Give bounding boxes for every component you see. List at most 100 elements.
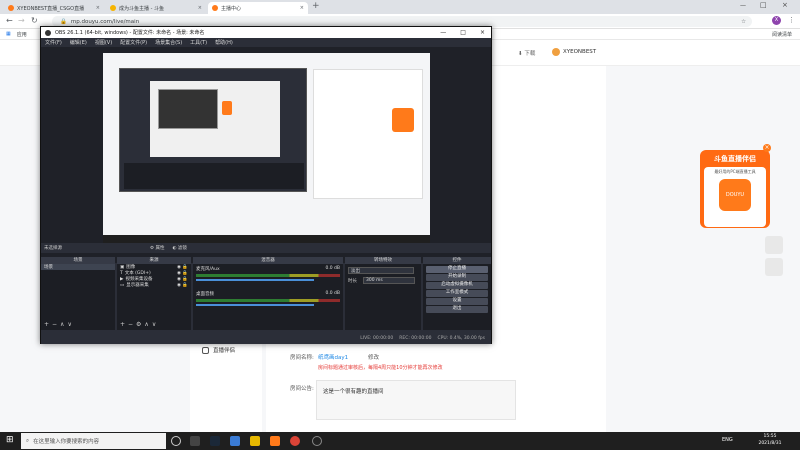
nested-screen [158, 89, 218, 129]
menu-view[interactable]: 视图(V) [95, 39, 112, 46]
reading-list[interactable]: 阅读清单 [772, 31, 792, 38]
sources-dock-title: 来源 [117, 257, 191, 264]
controls-dock-title: 控件 [423, 257, 491, 264]
profile-avatar[interactable]: X [772, 16, 781, 25]
nested-ad-card [392, 108, 414, 132]
menu-scene-collection[interactable]: 场景集合(S) [155, 39, 182, 46]
visibility-lock-icons[interactable]: ◉ 🔒 [177, 277, 188, 282]
controls-dock: 停止直播 开始录制 启动虚拟摄像机 工作室模式 设置 退出 [423, 264, 491, 330]
windows-start-icon[interactable]: ⊞ [6, 435, 14, 445]
visibility-lock-icons[interactable]: ◉ 🔒 [177, 265, 188, 270]
new-tab-button[interactable]: + [312, 1, 320, 11]
douyu-app-icon[interactable] [270, 436, 280, 446]
star-icon[interactable]: ☆ [741, 19, 746, 25]
close-tab-icon[interactable]: × [198, 5, 202, 11]
preview-canvas[interactable] [103, 53, 430, 243]
douyu-favicon [8, 5, 14, 11]
menu-tools[interactable]: 工具(T) [190, 39, 207, 46]
desktop-volume-slider[interactable] [196, 304, 314, 306]
properties-button[interactable]: ⚙ 属性 [150, 245, 164, 251]
studio-mode-button[interactable]: 工作室模式 [426, 290, 488, 297]
scene-item[interactable]: 场景 [41, 264, 115, 270]
user-avatar[interactable] [552, 48, 560, 56]
companion-ad-card[interactable]: 斗鱼直播伴侣 最好用的PC端直播工具 DOUYU [700, 150, 770, 228]
live-timer: LIVE: 00:00:00 [360, 336, 394, 341]
browser-tab-3[interactable]: 主播中心 × [208, 2, 308, 14]
ad-body: 最好用的PC端直播工具 DOUYU [704, 167, 766, 227]
bookmark-apps[interactable]: 应用 [17, 31, 27, 38]
obs-window[interactable]: OBS 26.1.1 (64-bit, windows) - 配置文件: 未命名… [40, 26, 492, 344]
lock-icon: 🔒 [60, 18, 67, 25]
username[interactable]: XYEONBEST [563, 49, 596, 55]
reload-icon[interactable]: ↻ [31, 16, 38, 25]
task-view-icon[interactable] [190, 436, 200, 446]
menu-profile[interactable]: 配置文件(P) [120, 39, 147, 46]
menu-help[interactable]: 帮助(H) [215, 39, 233, 46]
obs-minimize-icon[interactable]: — [440, 29, 446, 36]
scenes-dock: 场景 +−∧∨ [41, 264, 115, 330]
duration-input[interactable]: 300 ms [363, 277, 415, 284]
steam-icon[interactable] [210, 436, 220, 446]
exit-button[interactable]: 退出 [426, 306, 488, 313]
visibility-lock-icons[interactable]: ◉ 🔒 [177, 283, 188, 288]
ad-subtitle: 最好用的PC端直播工具 [714, 169, 756, 174]
search-icon: ⌕ [26, 437, 30, 444]
browser-tab-2[interactable]: 成为斗鱼主播 - 斗鱼 × [106, 2, 206, 14]
side-tool-button-2[interactable] [765, 258, 783, 276]
room-notice-textarea[interactable]: 这是一个很有趣的直播间 [316, 380, 516, 420]
browser-tab-bar: XYEONBEST直播_CSGO直播 × 成为斗鱼主播 - 斗鱼 × 主播中心 … [0, 0, 800, 14]
menu-icon[interactable]: ⋮ [788, 16, 795, 24]
file-explorer-icon[interactable] [250, 436, 260, 446]
obs-title-text: OBS 26.1.1 (64-bit, windows) - 配置文件: 未命名… [55, 30, 205, 36]
douyu-favicon [110, 5, 116, 11]
ime-indicator[interactable]: ENG [722, 437, 733, 443]
app-icon [202, 346, 209, 354]
menu-file[interactable]: 文件(F) [45, 39, 62, 46]
apps-icon[interactable]: ▦ [6, 31, 11, 37]
cpu-fps: CPU: 0.4%, 30.00 fps [437, 336, 486, 341]
sidebar-item-companion[interactable]: 直播伴侣 [202, 346, 235, 354]
obs-close-icon[interactable]: × [480, 29, 485, 36]
back-icon[interactable]: ← [6, 16, 13, 25]
mic-volume-slider[interactable] [196, 279, 314, 281]
ad-title: 斗鱼直播伴侣 [714, 155, 756, 163]
minimize-icon[interactable]: — [740, 2, 746, 9]
text-icon: T [120, 270, 123, 276]
taskbar-clock[interactable]: 15:55 2021/8/31 [745, 433, 795, 449]
scene-controls[interactable]: +−∧∨ [44, 321, 75, 328]
source-controls[interactable]: +−⚙∧∨ [120, 321, 159, 328]
obs-maximize-icon[interactable]: □ [460, 29, 466, 36]
taskbar-search-input[interactable]: ⌕ 在这里输入你要搜索的内容 [21, 433, 166, 449]
room-name-edit-button[interactable]: 修改 [368, 353, 379, 361]
obs-titlebar[interactable]: OBS 26.1.1 (64-bit, windows) - 配置文件: 未命名… [41, 27, 491, 38]
cortana-icon[interactable] [171, 436, 181, 446]
virtual-camera-button[interactable]: 启动虚拟摄像机 [426, 282, 488, 289]
chrome-icon[interactable] [290, 436, 300, 446]
transition-select[interactable]: 淡出 [348, 267, 414, 274]
douyu-logo: DOUYU [719, 179, 751, 211]
start-recording-button[interactable]: 开始录制 [426, 274, 488, 281]
scenes-dock-title: 场景 [41, 257, 115, 264]
visibility-lock-icons[interactable]: ◉ 🔒 [177, 271, 188, 276]
source-item-display[interactable]: ▭ 显示器采集 ◉ 🔒 [117, 282, 191, 289]
obs-taskbar-icon[interactable] [312, 436, 322, 446]
filters-button[interactable]: ◐ 滤镜 [172, 245, 186, 251]
browser-tab-1[interactable]: XYEONBEST直播_CSGO直播 × [4, 2, 104, 14]
maximize-icon[interactable]: □ [760, 1, 767, 9]
settings-button[interactable]: 设置 [426, 298, 488, 305]
nested-obs-capture [119, 68, 307, 192]
close-tab-icon[interactable]: × [300, 5, 304, 11]
forward-icon[interactable]: → [18, 16, 25, 25]
app-icon-blue[interactable] [230, 436, 240, 446]
close-tab-icon[interactable]: × [96, 5, 100, 11]
download-link[interactable]: ⬇ 下载 [518, 49, 535, 57]
close-window-icon[interactable]: × [782, 1, 788, 9]
obs-menubar: 文件(F) 编辑(E) 视图(V) 配置文件(P) 场景集合(S) 工具(T) … [41, 38, 491, 47]
stop-streaming-button[interactable]: 停止直播 [426, 266, 488, 273]
ad-close-button[interactable]: × [763, 144, 771, 152]
obs-preview-area[interactable] [41, 47, 491, 263]
nested-docks [124, 163, 304, 189]
menu-edit[interactable]: 编辑(E) [70, 39, 87, 46]
tab-label: XYEONBEST直播_CSGO直播 [17, 5, 85, 12]
side-tool-button-1[interactable] [765, 236, 783, 254]
